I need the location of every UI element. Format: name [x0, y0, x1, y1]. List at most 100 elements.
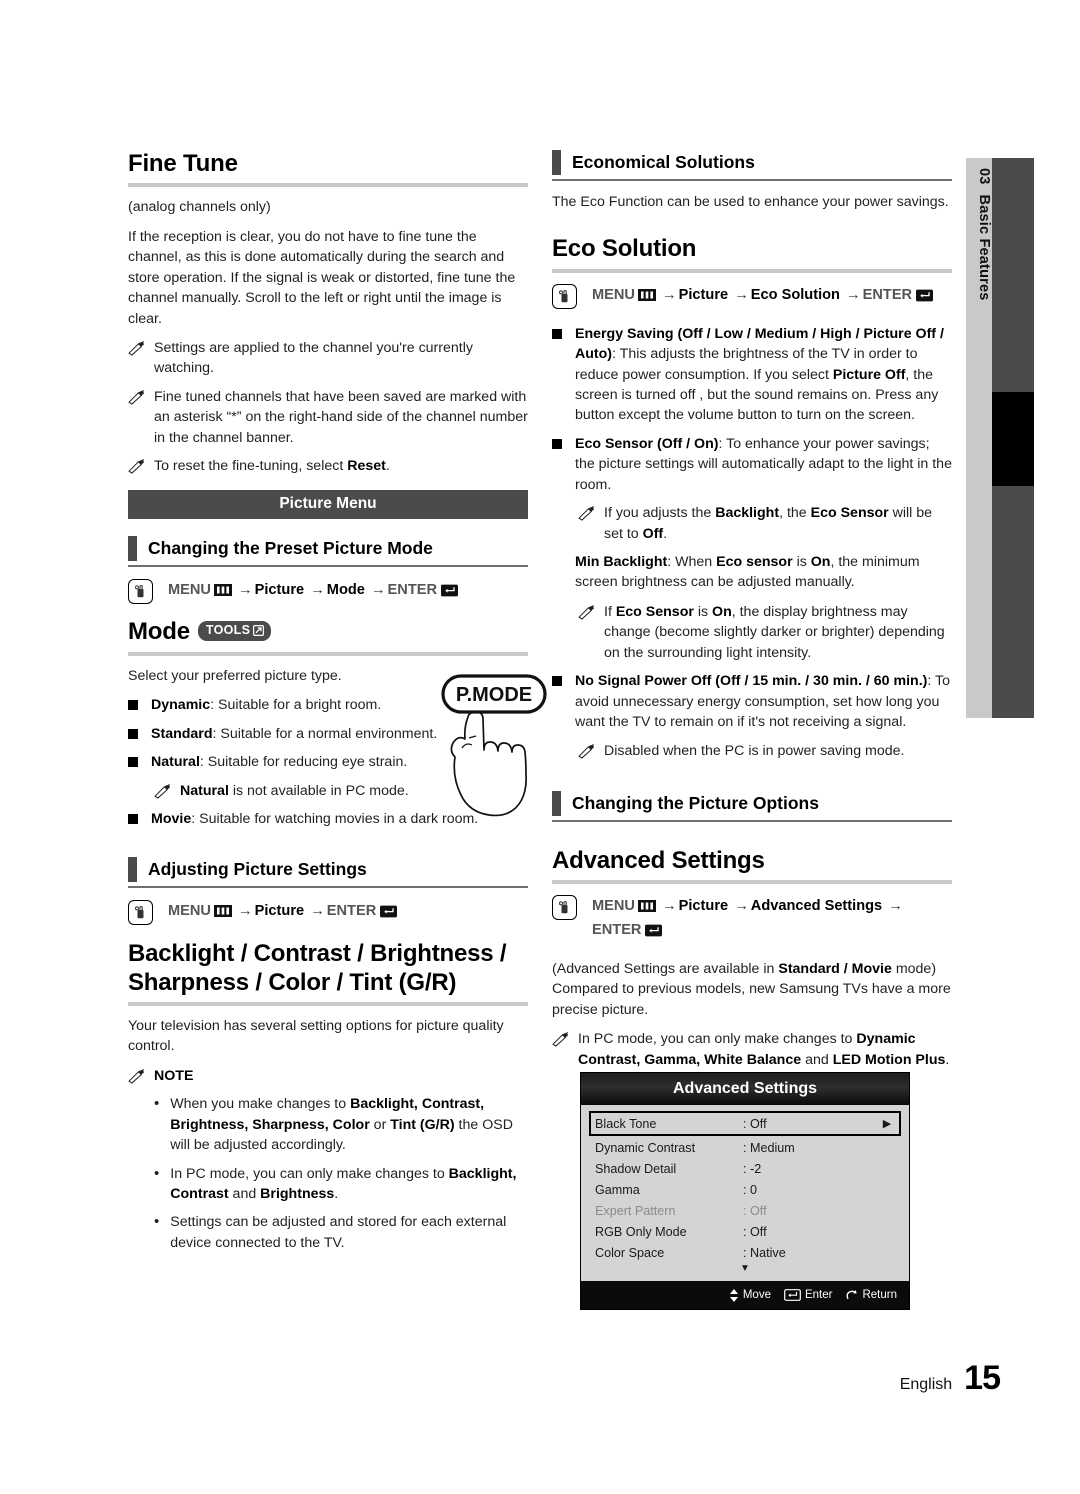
menu-icon [637, 287, 656, 309]
square-bullet-icon [128, 813, 138, 824]
osd-action-move[interactable]: Move [729, 1288, 771, 1302]
divider [552, 268, 952, 273]
osd-action-return[interactable]: Return [845, 1289, 897, 1301]
osd-row-shadow-detail[interactable]: Shadow Detail : -2 [591, 1158, 899, 1179]
page-title-advanced-settings: Advanced Settings [552, 846, 765, 874]
osd-action-enter[interactable]: Enter [784, 1289, 832, 1301]
enter-icon [784, 1289, 801, 1301]
subheading-marker [128, 535, 137, 561]
footer-language: English [899, 1376, 953, 1393]
backlight-title-line1: Backlight / Contrast / Brightness / [128, 940, 507, 968]
backlight-body: Your television has several setting opti… [128, 1017, 504, 1055]
pencil-note-icon [552, 1032, 569, 1048]
note-text: In PC mode, you can only make changes to… [578, 1031, 950, 1068]
osd-row-value: : Medium [743, 1140, 795, 1155]
osd-row-rgb-only-mode[interactable]: RGB Only Mode : Off [591, 1221, 899, 1242]
square-bullet-icon [552, 676, 562, 687]
note-text: Disabled when the PC is in power saving … [604, 742, 905, 759]
osd-row-value: : 0 [743, 1182, 758, 1197]
eco-option-text: No Signal Power Off (Off / 15 min. / 30 … [575, 673, 951, 731]
note-item: If you adjusts the Backlight, the Eco Se… [578, 503, 952, 544]
advanced-settings-body: (Advanced Settings are available in Stan… [552, 961, 951, 1018]
nav-path-advanced-settings: MENU → Picture → Advanced Settings → ENTER [552, 894, 952, 945]
eco-option-text: Energy Saving (Off / Low / Medium / High… [575, 325, 944, 424]
osd-row-black-tone[interactable]: Black Tone : Off ▶ [589, 1111, 901, 1136]
note-item: Fine tuned channels that have been saved… [128, 387, 528, 448]
note-bullet: • Settings can be adjusted and stored fo… [154, 1212, 528, 1253]
osd-row-label: Color Space [595, 1245, 665, 1260]
dot-bullet-icon: • [154, 1213, 160, 1231]
chapter-number: 03 [976, 168, 992, 185]
manual-page: 03 Basic Features Fine Tune (analog chann… [0, 0, 1080, 1494]
osd-row-dynamic-contrast[interactable]: Dynamic Contrast : Medium [591, 1137, 899, 1158]
subheading-label: Changing the Picture Options [572, 792, 819, 813]
eco-option-eco-sensor: Eco Sensor (Off / On): To enhance your p… [552, 434, 952, 495]
pmode-button-label: P.MODE [456, 684, 532, 706]
pencil-note-icon [578, 604, 595, 620]
mode-option-name: Dynamic [151, 697, 211, 714]
osd-row-label: Expert Pattern [595, 1203, 676, 1218]
divider [552, 179, 952, 181]
chevron-right-icon[interactable]: ▶ [879, 1117, 895, 1130]
osd-row-color-space[interactable]: Color Space : Native [591, 1242, 899, 1263]
eco-option-name: Eco Sensor (Off / On) [575, 435, 719, 452]
osd-action-label: Return [862, 1289, 897, 1301]
mode-option-desc: : Suitable for watching movies in a dark… [191, 810, 479, 827]
mode-option-name: Standard [151, 725, 213, 742]
divider [128, 183, 528, 188]
osd-row-value: : Native [743, 1245, 786, 1260]
tools-badge-label: TOOLS [205, 623, 251, 638]
note-text: Settings are applied to the channel you'… [154, 339, 473, 377]
enter-icon [644, 923, 663, 945]
note-bullet-text: In PC mode, you can only make changes to… [170, 1165, 517, 1202]
mode-option-desc: : Suitable for reducing eye strain. [199, 754, 408, 771]
pencil-note-icon [128, 1068, 145, 1084]
nav-path-text: MENU → Picture → Eco Solution → ENTER [592, 283, 952, 310]
updown-arrow-icon [729, 1288, 738, 1302]
mode-option-name: Natural [151, 754, 200, 771]
hand-press-icon [552, 283, 577, 309]
divider [128, 1001, 528, 1006]
min-backlight-text: Min Backlight: When Eco sensor is On, th… [575, 554, 920, 591]
osd-row-gamma[interactable]: Gamma : 0 [591, 1179, 899, 1200]
dot-bullet-icon: • [154, 1164, 160, 1182]
eco-option-name: No Signal Power Off (Off / 15 min. / 30 … [575, 673, 928, 690]
chapter-title: Basic Features [976, 194, 992, 301]
note-heading: NOTE [128, 1066, 528, 1086]
osd-footer: Move Enter Return [581, 1281, 909, 1309]
osd-title: Advanced Settings [581, 1073, 909, 1105]
note-text: To reset the fine-tuning, select Reset. [154, 458, 390, 475]
note-item: To reset the fine-tuning, select Reset. [128, 456, 528, 476]
osd-screenshot: Advanced Settings Black Tone : Off ▶ Dyn… [580, 1072, 910, 1310]
picture-menu-banner: Picture Menu [128, 489, 528, 519]
subheading-marker [552, 150, 561, 175]
page-title-backlight-group: Backlight / Contrast / Brightness / Shar… [128, 940, 528, 997]
square-bullet-icon [552, 438, 562, 449]
economical-solutions-body: The Eco Function can be used to enhance … [552, 194, 949, 210]
osd-row-label: RGB Only Mode [595, 1224, 687, 1239]
page-title-fine-tune: Fine Tune [128, 150, 238, 177]
menu-icon [637, 898, 656, 920]
note-text: Fine tuned channels that have been saved… [154, 388, 528, 446]
tools-badge: TOOLS [197, 621, 272, 642]
nav-path-mode: MENU → Picture → Mode → ENTER [128, 578, 528, 605]
note-heading-label: NOTE [154, 1067, 194, 1084]
nav-path-text: MENU → Picture → Advanced Settings → ENTER [592, 894, 952, 945]
chapter-rail-marker [992, 392, 1034, 486]
scroll-down-icon[interactable]: ▼ [591, 1263, 899, 1277]
note-bullet-text: When you make changes to Backlight, Cont… [170, 1096, 513, 1154]
mode-option-desc: : Suitable for a bright room. [210, 697, 382, 714]
pencil-note-icon [578, 743, 595, 759]
pmode-button: P.MODE [441, 674, 547, 714]
hand-press-icon [552, 895, 577, 921]
osd-row-label: Black Tone [595, 1116, 657, 1131]
enter-icon [379, 904, 398, 926]
note-bullet: • In PC mode, you can only make changes … [154, 1164, 528, 1205]
menu-icon [213, 582, 232, 604]
return-icon [847, 1290, 858, 1300]
subheading-economical-solutions: Economical Solutions [552, 150, 952, 175]
osd-row-value: : Off [743, 1224, 767, 1239]
note-text: If Eco Sensor is On, the display brightn… [604, 603, 945, 661]
osd-row-value: : Off [743, 1116, 767, 1131]
osd-row-value: : -2 [743, 1161, 762, 1176]
